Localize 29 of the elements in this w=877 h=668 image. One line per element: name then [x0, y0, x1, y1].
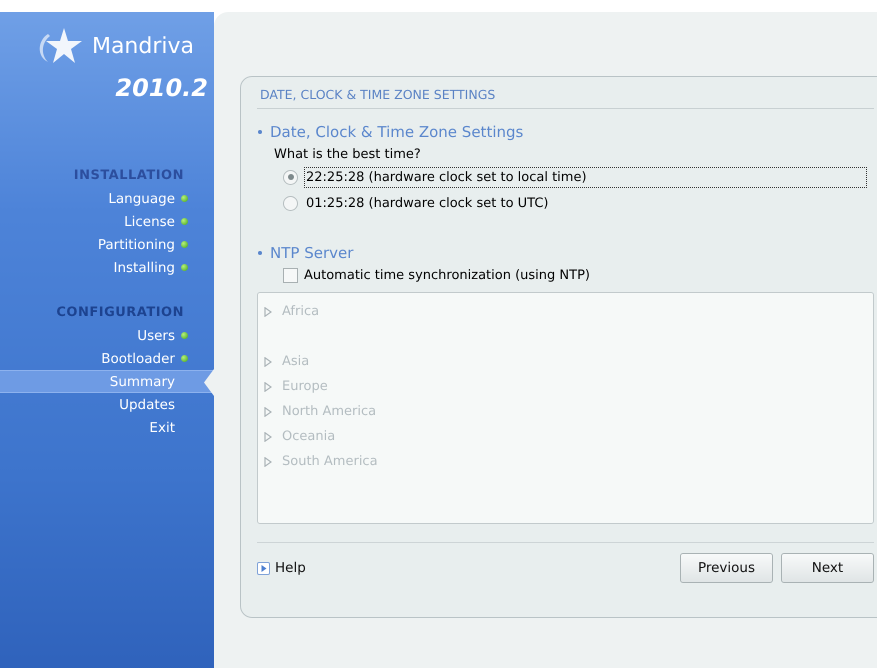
step-item[interactable]: Installing	[0, 256, 214, 279]
checkbox-label[interactable]: Automatic time synchronization (using NTP)	[304, 268, 590, 282]
question-label: What is the best time?	[274, 147, 422, 162]
section-title: INSTALLATION	[74, 168, 185, 183]
step-item[interactable]: Partitioning	[0, 233, 214, 256]
radio-label[interactable]: 22:25:28 (hardware clock set to local time)	[304, 166, 867, 188]
bullet-icon	[258, 251, 262, 255]
step-item[interactable]: Language	[0, 187, 214, 210]
section-heading: NTP Server	[270, 244, 354, 262]
nav-button[interactable]: Next	[781, 553, 874, 583]
radio-label[interactable]: 01:25:28 (hardware clock set to UTC)	[304, 192, 550, 214]
nav-button[interactable]: Previous	[680, 553, 773, 583]
step-item[interactable]: Users	[0, 324, 214, 347]
brand-name: Mandriva	[92, 34, 194, 58]
checkbox[interactable]	[283, 268, 298, 282]
section-title: CONFIGURATION	[56, 305, 185, 320]
version-label: 2010.2	[115, 73, 209, 102]
step-item[interactable]: Updates	[0, 393, 214, 416]
radio-button[interactable]	[283, 196, 298, 210]
help-button[interactable]: Help	[257, 560, 306, 576]
bullet-icon	[258, 130, 262, 134]
play-icon	[257, 562, 270, 574]
step-item[interactable]: Exit	[0, 416, 214, 439]
panel-title: DATE, CLOCK & TIME ZONE SETTINGS	[257, 87, 874, 109]
step-item[interactable]: Summary	[0, 370, 214, 393]
section-heading: Date, Clock & Time Zone Settings	[270, 123, 524, 141]
step-item[interactable]: License	[0, 210, 214, 233]
step-item[interactable]: Bootloader	[0, 347, 214, 370]
radio-button[interactable]	[283, 170, 298, 184]
